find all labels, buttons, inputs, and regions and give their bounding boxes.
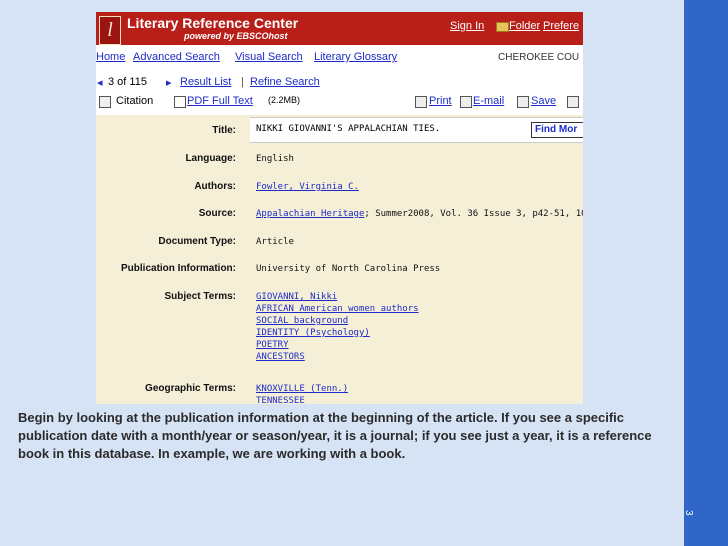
geographic-terms-label: Geographic Terms: [145,383,236,394]
title-value: NIKKI GIOVANNI'S APPALACHIAN TIES. [256,124,441,134]
pdf-full-text-link[interactable]: PDF Full Text [187,95,253,107]
next-arrow-icon[interactable]: ▸ [166,76,172,89]
save-icon[interactable] [517,96,529,108]
source-details: ; Summer2008, Vol. 36 Issue 3, p42-51, 1… [364,209,583,219]
subject-terms-list: GIOVANNI, Nikki AFRICAN American women a… [256,291,419,363]
pdf-size: (2.2MB) [268,95,301,105]
record-detail: NIKKI GIOVANNI'S APPALACHIAN TIES. Find … [96,115,583,404]
subject-term-link[interactable]: SOCIAL background [256,315,419,327]
language-value: English [256,154,294,164]
refine-search-link[interactable]: Refine Search [250,76,320,88]
email-link[interactable]: E-mail [473,95,504,107]
geographic-term-link[interactable]: TENNESSEE [256,395,348,404]
subject-term-link[interactable]: ANCESTORS [256,351,419,363]
brand-title: Literary Reference Center [127,15,299,31]
nav-visual-search[interactable]: Visual Search [235,51,303,63]
geographic-terms-list: KNOXVILLE (Tenn.) TENNESSEE [256,383,348,404]
subject-terms-label: Subject Terms: [164,291,237,302]
source-label: Source: [198,208,236,219]
document-type-value: Article [256,237,294,247]
prev-arrow-icon[interactable]: ◂ [97,76,103,89]
email-icon[interactable] [460,96,472,108]
nav-literary-glossary[interactable]: Literary Glossary [314,51,397,63]
save-link[interactable]: Save [531,95,556,107]
brand-logo: l [99,16,121,45]
pager-separator: | [241,76,244,88]
subject-term-link[interactable]: IDENTITY (Psychology) [256,327,419,339]
slide-number: 3 [683,510,694,516]
main-nav: Home Advanced Search Visual Search Liter… [96,51,583,67]
citation-icon [99,96,111,108]
subject-term-link[interactable]: AFRICAN American women authors [256,303,419,315]
result-list-link[interactable]: Result List [180,76,231,88]
brand-banner: l Literary Reference Center powered by E… [96,12,583,45]
pdf-icon [174,96,186,108]
export-icon[interactable] [567,96,579,108]
author-link[interactable]: Fowler, Virginia C. [256,181,359,193]
brand-subtitle: powered by EBSCOhost [184,31,288,41]
sign-in-link[interactable]: Sign In [450,20,484,32]
print-icon[interactable] [415,96,427,108]
result-position: 3 of 115 [108,76,147,88]
database-screenshot: l Literary Reference Center powered by E… [96,12,583,404]
language-label: Language: [185,153,236,164]
publication-info-value: University of North Carolina Press [256,264,441,274]
source-value: Appalachian Heritage; Summer2008, Vol. 3… [256,208,583,220]
subject-term-link[interactable]: GIOVANNI, Nikki [256,291,419,303]
citation-tab[interactable]: Citation [116,95,153,107]
print-link[interactable]: Print [429,95,452,107]
nav-advanced-search[interactable]: Advanced Search [133,51,220,63]
document-type-label: Document Type: [158,236,236,247]
institution-name: CHEROKEE COU [498,52,580,63]
title-label: Title: [212,125,236,136]
authors-label: Authors: [194,181,236,192]
record-toolbar: Citation PDF Full Text (2.2MB) Print E-m… [96,95,583,109]
source-link[interactable]: Appalachian Heritage [256,209,364,219]
publication-info-label: Publication Information: [121,263,236,274]
subject-term-link[interactable]: POETRY [256,339,419,351]
folder-icon[interactable] [496,22,509,32]
folder-link[interactable]: Folder [509,20,540,32]
preferences-link[interactable]: Prefere [543,20,579,32]
nav-home[interactable]: Home [96,51,125,63]
slide-caption: Begin by looking at the publication info… [18,410,652,461]
geographic-term-link[interactable]: KNOXVILLE (Tenn.) [256,383,348,395]
find-more-button[interactable]: Find Mor [531,122,583,138]
slide-side-bar: 3 [683,0,728,546]
